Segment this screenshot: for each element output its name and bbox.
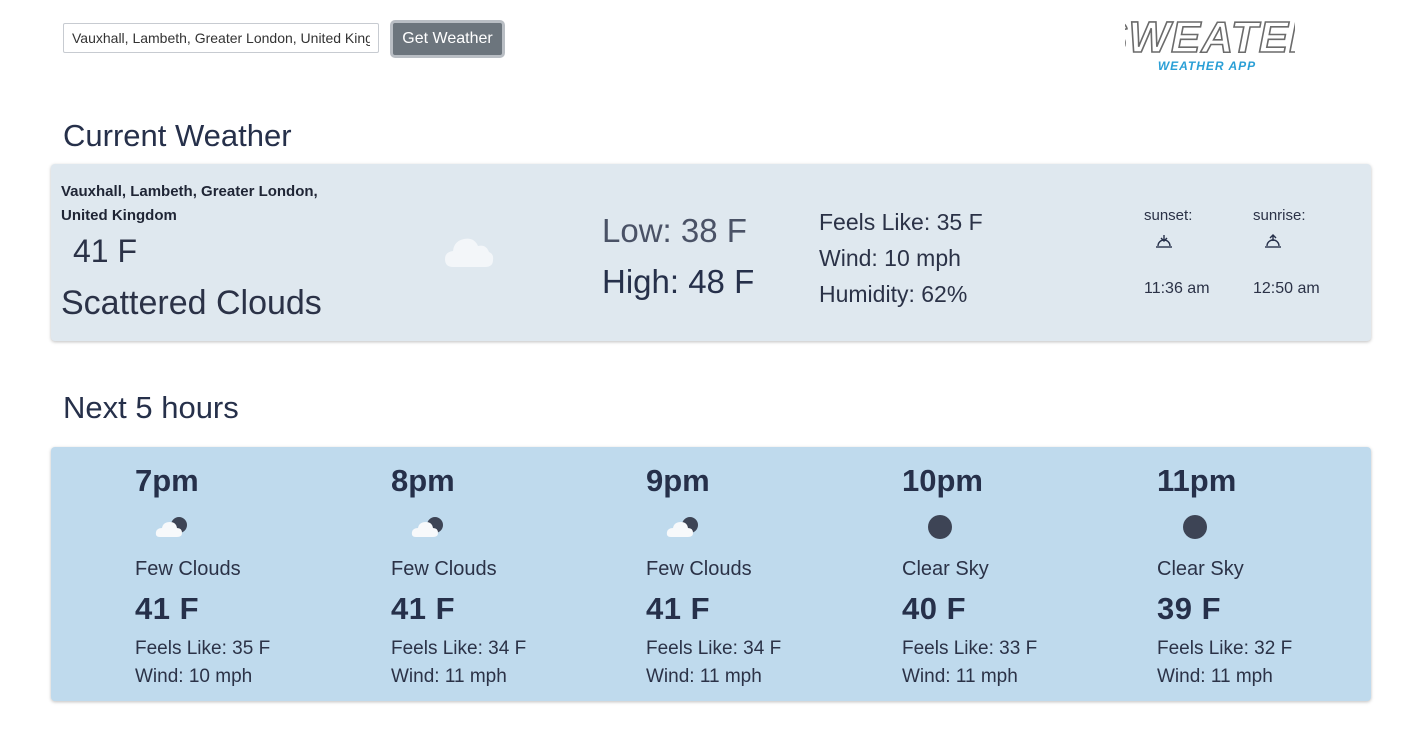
- low-temperature: Low: 38 F: [602, 212, 747, 249]
- hourly-forecast-card: 7pm Few Clouds 41 F Feels Like: 35 F Win…: [51, 447, 1371, 701]
- hour-wind: Wind: 11 mph: [902, 666, 1018, 687]
- hour-forecast: 11pm Clear Sky 39 F Feels Like: 32 F Win…: [1157, 447, 1377, 701]
- hour-wind: Wind: 11 mph: [391, 666, 507, 687]
- hour-wind: Wind: 11 mph: [1157, 666, 1273, 687]
- few-clouds-night-icon: [155, 517, 187, 537]
- sunset-icon: [1156, 235, 1172, 248]
- sunset-time: 11:36 am: [1144, 280, 1210, 297]
- hour-description: Few Clouds: [646, 558, 752, 580]
- hour-feels-like: Feels Like: 34 F: [646, 638, 782, 659]
- hour-time: 10pm: [902, 463, 983, 498]
- logo-title: SWEATER: [1125, 13, 1295, 62]
- hour-description: Few Clouds: [135, 558, 241, 580]
- hour-time: 8pm: [391, 463, 455, 498]
- hour-feels-like: Feels Like: 35 F: [135, 638, 271, 659]
- hour-temperature: 40 F: [902, 591, 967, 626]
- hour-time: 7pm: [135, 463, 199, 498]
- logo-subtitle: WEATHER APP: [1158, 59, 1256, 73]
- current-description: Scattered Clouds: [61, 284, 322, 322]
- hour-time: 9pm: [646, 463, 710, 498]
- cloud-icon: [445, 238, 494, 267]
- wind-speed: Wind: 10 mph: [819, 245, 961, 271]
- sunrise-label: sunrise:: [1253, 207, 1306, 224]
- humidity: Humidity: 62%: [819, 281, 968, 307]
- few-clouds-night-icon: [666, 517, 698, 537]
- hour-description: Few Clouds: [391, 558, 497, 580]
- hour-forecast: 9pm Few Clouds 41 F Feels Like: 34 F Win…: [646, 447, 866, 701]
- hour-feels-like: Feels Like: 33 F: [902, 638, 1038, 659]
- few-clouds-night-icon: [411, 517, 443, 537]
- hour-wind: Wind: 10 mph: [135, 666, 253, 687]
- sunrise-icon: [1265, 234, 1281, 248]
- hour-temperature: 41 F: [646, 591, 711, 626]
- sunset-label: sunset:: [1144, 207, 1193, 224]
- location-search-input[interactable]: [63, 23, 379, 53]
- get-weather-button[interactable]: Get Weather: [390, 20, 505, 58]
- feels-like: Feels Like: 35 F: [819, 209, 983, 235]
- sweater-logo: SWEATER WEATHER APP: [1125, 12, 1295, 73]
- hour-description: Clear Sky: [902, 558, 989, 580]
- sunrise-time: 12:50 am: [1253, 280, 1320, 297]
- hour-description: Clear Sky: [1157, 558, 1244, 580]
- high-temperature: High: 48 F: [602, 263, 755, 300]
- hour-feels-like: Feels Like: 32 F: [1157, 638, 1293, 659]
- next-hours-heading: Next 5 hours: [63, 390, 239, 425]
- hour-feels-like: Feels Like: 34 F: [391, 638, 527, 659]
- hour-temperature: 41 F: [391, 591, 456, 626]
- hour-forecast: 10pm Clear Sky 40 F Feels Like: 33 F Win…: [902, 447, 1122, 701]
- hour-temperature: 41 F: [135, 591, 200, 626]
- current-weather-heading: Current Weather: [63, 118, 292, 153]
- hour-wind: Wind: 11 mph: [646, 666, 762, 687]
- current-weather-card: Vauxhall, Lambeth, Greater London, Unite…: [51, 164, 1371, 341]
- hour-time: 11pm: [1157, 463, 1237, 498]
- hour-temperature: 39 F: [1157, 591, 1222, 626]
- clear-night-icon: [928, 515, 952, 539]
- hour-forecast: 7pm Few Clouds 41 F Feels Like: 35 F Win…: [135, 447, 355, 701]
- current-temperature: 41 F: [73, 233, 138, 269]
- location-name: Vauxhall, Lambeth, Greater London, Unite…: [61, 183, 318, 224]
- hour-forecast: 8pm Few Clouds 41 F Feels Like: 34 F Win…: [391, 447, 611, 701]
- clear-night-icon: [1183, 515, 1207, 539]
